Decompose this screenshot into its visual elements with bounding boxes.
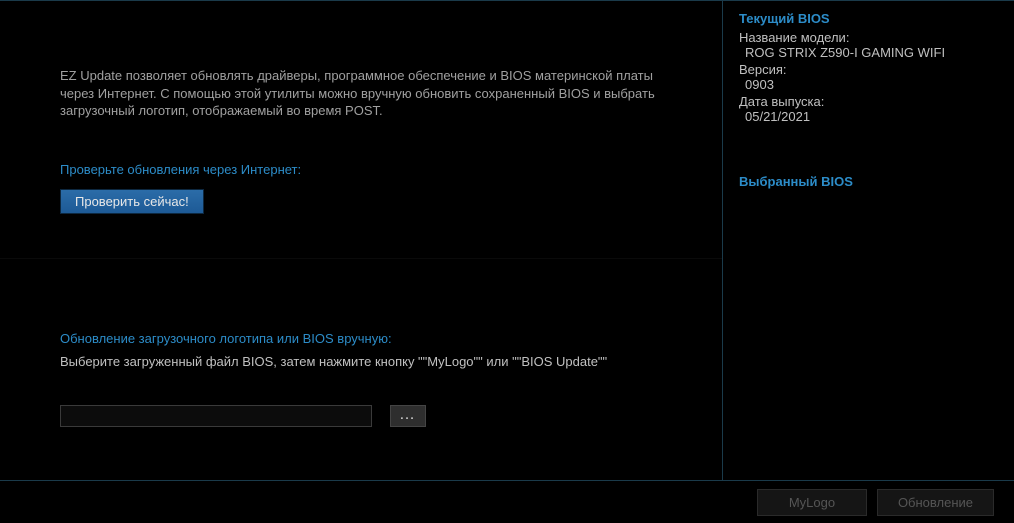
manual-update-section: Обновление загрузочного логотипа или BIO… bbox=[0, 259, 722, 480]
right-panel: Текущий BIOS Название модели: ROG STRIX … bbox=[723, 0, 1014, 480]
update-button[interactable]: Обновление bbox=[877, 489, 994, 516]
browse-button[interactable]: ... bbox=[390, 405, 426, 427]
mylogo-button[interactable]: MyLogo bbox=[757, 489, 867, 516]
left-panel: EZ Update позволяет обновлять драйверы, … bbox=[0, 0, 723, 480]
footer-bar: MyLogo Обновление bbox=[0, 480, 1014, 523]
release-date-label: Дата выпуска: bbox=[739, 94, 998, 109]
manual-update-description: Выберите загруженный файл BIOS, затем на… bbox=[60, 354, 662, 369]
version-label: Версия: bbox=[739, 62, 998, 77]
current-bios-block: Текущий BIOS Название модели: ROG STRIX … bbox=[739, 11, 998, 124]
model-label: Название модели: bbox=[739, 30, 998, 45]
internet-update-section: EZ Update позволяет обновлять драйверы, … bbox=[0, 1, 722, 259]
file-picker-row: ... bbox=[60, 405, 662, 427]
check-updates-label: Проверьте обновления через Интернет: bbox=[60, 162, 662, 177]
version-value: 0903 bbox=[745, 77, 998, 92]
main-container: EZ Update позволяет обновлять драйверы, … bbox=[0, 0, 1014, 480]
app-description: EZ Update позволяет обновлять драйверы, … bbox=[60, 67, 662, 120]
check-now-button[interactable]: Проверить сейчас! bbox=[60, 189, 204, 214]
model-value: ROG STRIX Z590-I GAMING WIFI bbox=[745, 45, 998, 60]
bios-file-input[interactable] bbox=[60, 405, 372, 427]
current-bios-heading: Текущий BIOS bbox=[739, 11, 998, 26]
release-date-value: 05/21/2021 bbox=[745, 109, 998, 124]
selected-bios-heading: Выбранный BIOS bbox=[739, 174, 998, 189]
manual-update-label: Обновление загрузочного логотипа или BIO… bbox=[60, 331, 662, 346]
